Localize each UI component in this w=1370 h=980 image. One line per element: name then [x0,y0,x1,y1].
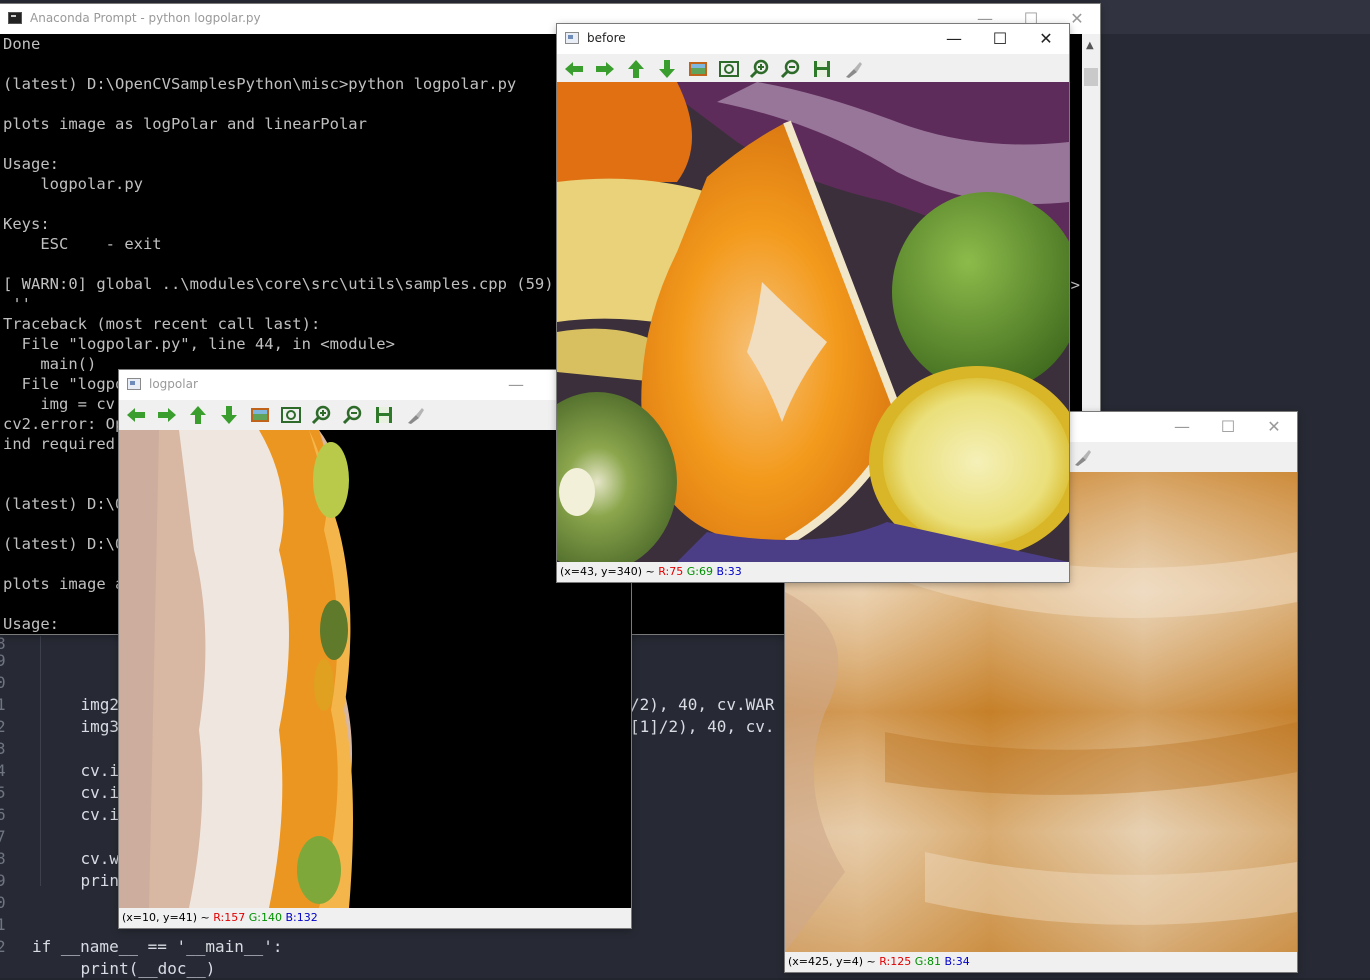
arrow-down-icon[interactable] [218,405,240,425]
editor-code-fragment: [1]/2), 40, cv. [630,717,775,736]
pixel-coord: (x=43, y=340) ~ [560,565,659,578]
image-toolbar [119,400,631,430]
image-toolbar [557,54,1069,84]
scroll-up-icon[interactable]: ▲ [1086,40,1094,51]
logpolar-app-icon [127,378,141,390]
properties-icon[interactable] [842,59,864,79]
scrollbar-thumb[interactable] [1084,68,1098,86]
pixel-b: B:34 [944,955,970,968]
indent-guide [40,636,41,886]
pixel-coord: (x=425, y=4) ~ [788,955,880,968]
pixel-b: B:132 [285,911,318,924]
linearpolar-statusbar: (x=425, y=4) ~ R:125 G:81 B:34 [785,952,1297,972]
before-app-icon [565,32,579,44]
pixel-g: G:81 [914,955,941,968]
arrow-up-icon[interactable] [625,59,647,79]
before-title: before [587,31,626,45]
logpolar-titlebar[interactable]: logpolar — [119,370,631,400]
arrow-left-icon[interactable] [125,405,147,425]
minimize-button[interactable]: — [1159,412,1205,442]
close-button[interactable]: ✕ [1251,412,1297,442]
arrow-right-icon[interactable] [594,59,616,79]
console-app-icon [8,12,22,24]
image-icon[interactable] [687,59,709,79]
save-icon[interactable] [373,405,395,425]
before-window[interactable]: before — ☐ ✕ (x=43, y=340) ~ R:75 G:69 B… [557,24,1069,582]
pixel-g: G:140 [248,911,282,924]
close-button[interactable]: ✕ [1023,24,1069,54]
before-image[interactable] [557,82,1069,562]
maximize-button[interactable]: ☐ [1205,412,1251,442]
before-titlebar[interactable]: before — ☐ ✕ [557,24,1069,54]
zoom-fit-icon[interactable] [280,405,302,425]
logpolar-window[interactable]: logpolar — (x=10, y=41) ~ R:157 G:140 B:… [119,370,631,928]
zoom-out-icon[interactable] [780,59,802,79]
logpolar-image[interactable] [119,430,631,908]
zoom-fit-icon[interactable] [718,59,740,79]
arrow-right-icon[interactable] [156,405,178,425]
maximize-button[interactable]: ☐ [977,24,1023,54]
arrow-up-icon[interactable] [187,405,209,425]
image-icon[interactable] [249,405,271,425]
pixel-coord: (x=10, y=41) ~ [122,911,214,924]
before-statusbar: (x=43, y=340) ~ R:75 G:69 B:33 [557,562,1069,582]
editor-top-strip [1100,0,1370,34]
pixel-b: B:33 [716,565,742,578]
pixel-g: G:69 [686,565,713,578]
pixel-r: R:157 [213,911,246,924]
editor-code-fragment: /2), 40, cv.WAR [630,695,775,714]
arrow-down-icon[interactable] [656,59,678,79]
arrow-left-icon[interactable] [563,59,585,79]
pixel-r: R:125 [879,955,912,968]
console-title: Anaconda Prompt - python logpolar.py [30,11,261,25]
logpolar-title: logpolar [149,377,198,391]
properties-icon[interactable] [1071,447,1093,467]
properties-icon[interactable] [404,405,426,425]
save-icon[interactable] [811,59,833,79]
minimize-button[interactable]: — [931,24,977,54]
logpolar-statusbar: (x=10, y=41) ~ R:157 G:140 B:132 [119,908,631,928]
zoom-in-icon[interactable] [749,59,771,79]
minimize-button[interactable]: — [493,370,539,400]
zoom-in-icon[interactable] [311,405,333,425]
zoom-out-icon[interactable] [342,405,364,425]
pixel-r: R:75 [658,565,684,578]
